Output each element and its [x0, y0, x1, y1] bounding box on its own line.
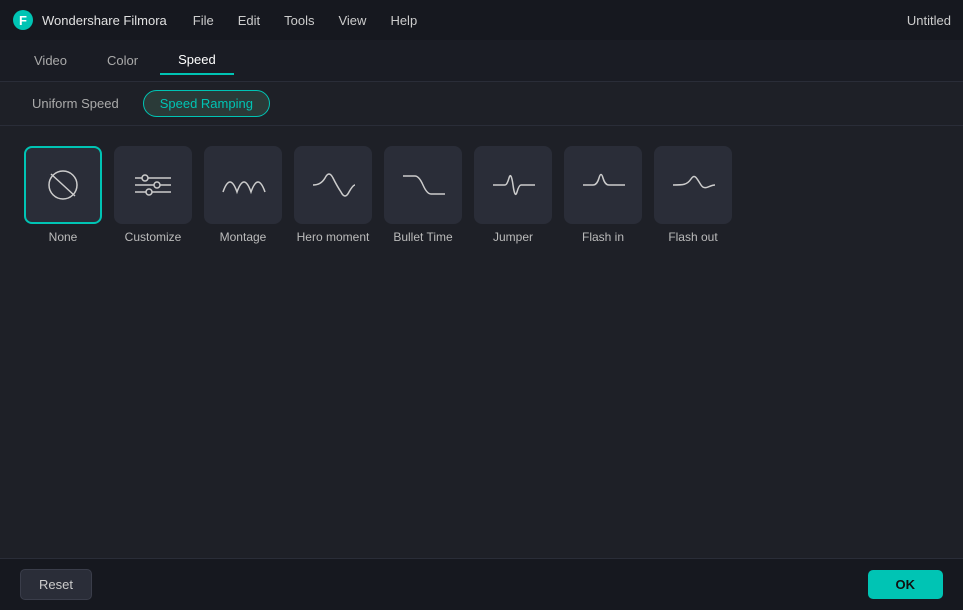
subtab-bar: Uniform Speed Speed Ramping — [0, 82, 963, 126]
menu-edit[interactable]: Edit — [228, 9, 270, 32]
menu-help[interactable]: Help — [380, 9, 427, 32]
speed-card-flash-out-icon — [654, 146, 732, 224]
speed-card-hero-moment-label: Hero moment — [297, 230, 370, 246]
app-name: Wondershare Filmora — [42, 13, 167, 28]
speed-card-flash-in[interactable]: Flash in — [564, 146, 642, 246]
speed-card-bullet-time-label: Bullet Time — [393, 230, 452, 246]
speed-card-flash-out-label: Flash out — [668, 230, 717, 246]
speed-card-flash-out[interactable]: Flash out — [654, 146, 732, 246]
menu-tools[interactable]: Tools — [274, 9, 324, 32]
speed-card-customize-label: Customize — [125, 230, 182, 246]
speed-card-hero-moment-icon — [294, 146, 372, 224]
app-logo: F Wondershare Filmora — [12, 9, 167, 31]
menu-file[interactable]: File — [183, 9, 224, 32]
svg-text:F: F — [19, 13, 27, 28]
bottom-bar: Reset OK — [0, 558, 963, 610]
ok-button[interactable]: OK — [868, 570, 944, 599]
speed-card-jumper-label: Jumper — [493, 230, 533, 246]
speed-card-montage[interactable]: Montage — [204, 146, 282, 246]
speed-card-flash-in-icon — [564, 146, 642, 224]
speed-card-hero-moment[interactable]: Hero moment — [294, 146, 372, 246]
speed-grid: None Customize — [24, 146, 939, 246]
speed-card-none-label: None — [49, 230, 78, 246]
subtab-uniform-speed[interactable]: Uniform Speed — [16, 91, 135, 116]
main-content: None Customize — [0, 126, 963, 558]
reset-button[interactable]: Reset — [20, 569, 92, 600]
tab-video[interactable]: Video — [16, 47, 85, 74]
speed-card-jumper-icon — [474, 146, 552, 224]
speed-card-bullet-time-icon — [384, 146, 462, 224]
tab-color[interactable]: Color — [89, 47, 156, 74]
speed-card-flash-in-label: Flash in — [582, 230, 624, 246]
speed-card-none[interactable]: None — [24, 146, 102, 246]
subtab-speed-ramping[interactable]: Speed Ramping — [143, 90, 270, 117]
speed-card-none-icon — [24, 146, 102, 224]
tab-bar: Video Color Speed — [0, 40, 963, 82]
speed-card-montage-icon — [204, 146, 282, 224]
speed-card-customize-icon — [114, 146, 192, 224]
speed-card-jumper[interactable]: Jumper — [474, 146, 552, 246]
speed-card-montage-label: Montage — [220, 230, 267, 246]
speed-card-customize[interactable]: Customize — [114, 146, 192, 246]
titlebar: F Wondershare Filmora File Edit Tools Vi… — [0, 0, 963, 40]
speed-card-bullet-time[interactable]: Bullet Time — [384, 146, 462, 246]
filmora-logo-icon: F — [12, 9, 34, 31]
menu-view[interactable]: View — [328, 9, 376, 32]
menu-bar: File Edit Tools View Help — [183, 9, 907, 32]
tab-speed[interactable]: Speed — [160, 46, 234, 75]
window-title: Untitled — [907, 13, 951, 28]
